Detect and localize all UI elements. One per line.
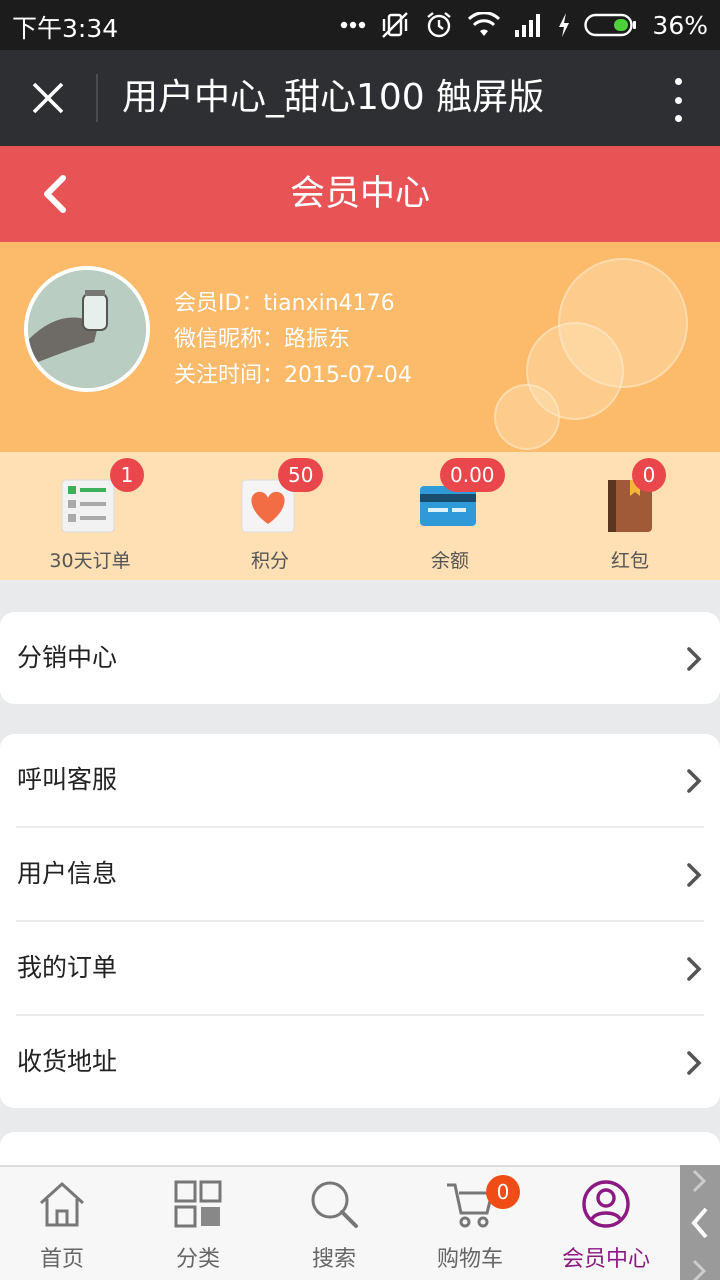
avatar-image [28,270,146,388]
menu-item-label: 我的订单 [17,953,118,982]
status-time: 下午3:34 [12,14,119,43]
stat-red-packet[interactable]: 0 红包 [540,452,720,580]
orders-badge: 1 [110,458,144,492]
red-packet-badge: 0 [632,458,666,492]
stat-label: 余额 [430,550,469,572]
battery-icon [584,13,638,37]
more-menu-button[interactable] [666,78,690,122]
stat-label: 积分 [250,550,289,572]
page-title: 用户中心_甜心100 触屏版 [122,77,545,118]
menu-item-user-info[interactable]: 用户信息 [0,828,720,920]
bottom-nav: 首页 分类 搜索 0 购物车 会员中心 [0,1165,720,1280]
search-icon [311,1181,358,1228]
nav-label: 购物车 [436,1247,503,1272]
nav-cart[interactable]: 0 购物车 [402,1167,538,1280]
nav-member-center[interactable]: 会员中心 [538,1167,674,1280]
nav-label: 搜索 [311,1247,356,1272]
nickname: 微信昵称：路振东 [174,327,351,352]
nav-label: 会员中心 [561,1247,650,1272]
stat-points[interactable]: 50 积分 [180,452,360,580]
vibrate-off-icon [380,10,410,40]
menu-item-label: 呼叫客服 [17,765,118,794]
chevron-left-icon [691,1169,708,1280]
menu-item-my-orders[interactable]: 我的订单 [0,922,720,1014]
user-icon [582,1180,630,1228]
stat-orders[interactable]: 1 30天订单 [0,452,180,580]
header-title: 会员中心 [289,174,430,214]
close-icon [32,82,64,114]
app-header: 会员中心 [0,146,720,242]
wifi-icon [468,12,501,38]
menu-item-shipping-address[interactable]: 收货地址 [0,1016,720,1108]
nav-search[interactable]: 搜索 [266,1167,402,1280]
status-bar: 下午3:34 36% [0,0,720,50]
alarm-icon [424,10,454,40]
menu-group-account: 呼叫客服 用户信息 我的订单 收货地址 [0,734,720,1108]
signal-icon [514,13,544,37]
charging-icon [558,13,570,37]
browser-title-bar: 用户中心_甜心100 触屏版 [0,50,720,146]
menu-group-distribution: 分销中心 [0,612,720,704]
chevron-right-icon [687,1051,702,1075]
grid-icon [174,1180,222,1228]
follow-time: 关注时间：2015-07-04 [174,363,412,388]
title-separator [96,74,98,122]
nav-label: 首页 [39,1247,84,1272]
more-dots-icon [340,21,366,29]
nav-home[interactable]: 首页 [0,1167,130,1280]
menu-item-distribution[interactable]: 分销中心 [0,612,720,704]
menu-item-label: 收货地址 [17,1047,118,1076]
order-list-icon [61,479,115,533]
stat-label: 红包 [610,550,649,572]
side-drawer-handle[interactable] [680,1165,720,1280]
stat-balance[interactable]: 0.00 余额 [360,452,540,580]
menu-item-label: 用户信息 [17,859,118,888]
cart-badge: 0 [486,1175,520,1209]
nav-category[interactable]: 分类 [130,1167,266,1280]
profile-info: 会员ID：tianxin4176 微信昵称：路振东 关注时间：2015-07-0… [174,286,412,394]
chevron-right-icon [687,957,702,981]
menu-item-customer-service[interactable]: 呼叫客服 [0,734,720,826]
status-icons: 36% [340,8,708,42]
more-vertical-icon [674,78,682,85]
close-button[interactable] [18,68,78,128]
decor-bubble [494,384,560,450]
stat-label: 30天订单 [49,550,131,572]
chevron-right-icon [687,769,702,793]
nav-label: 分类 [175,1247,220,1272]
chevron-right-icon [687,647,702,671]
stats-row: 1 30天订单 50 积分 0.00 余额 0 红包 [0,452,720,580]
member-id: 会员ID：tianxin4176 [174,291,395,316]
menu-item-label: 分销中心 [17,643,118,672]
home-icon [39,1181,85,1227]
chevron-right-icon [687,863,702,887]
avatar[interactable] [24,266,150,392]
points-badge: 50 [278,458,324,492]
battery-percent: 36% [652,10,708,40]
profile-card: 会员ID：tianxin4176 微信昵称：路振东 关注时间：2015-07-0… [0,242,720,452]
balance-badge: 0.00 [440,458,505,492]
